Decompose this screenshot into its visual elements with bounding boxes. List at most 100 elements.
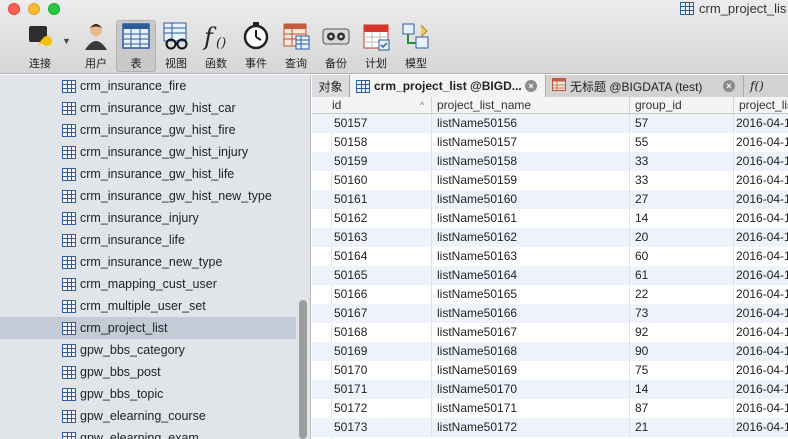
table-cell[interactable]: 2016-04-1 xyxy=(734,266,788,285)
table-cell[interactable]: listName50161 xyxy=(432,209,630,228)
table-cell[interactable]: 50161 xyxy=(312,190,432,209)
table-cell[interactable]: 50158 xyxy=(312,133,432,152)
table-row[interactable]: 50163 listName50162 20 2016-04-1 xyxy=(312,228,788,247)
column-header-group-id[interactable]: group_id xyxy=(630,97,734,114)
table-cell[interactable]: 55 xyxy=(630,133,734,152)
table-row[interactable]: 50165 listName50164 61 2016-04-1 xyxy=(312,266,788,285)
sidebar-item-table[interactable]: crm_insurance_life xyxy=(0,229,296,251)
table-cell[interactable]: 2016-04-1 xyxy=(734,152,788,171)
sidebar-item-table[interactable]: crm_insurance_fire xyxy=(0,75,296,97)
table-cell[interactable]: 50166 xyxy=(312,285,432,304)
sidebar-item-table[interactable]: gpw_elearning_exam xyxy=(0,427,296,439)
close-window-button[interactable] xyxy=(8,3,20,15)
table-cell[interactable]: 20 xyxy=(630,228,734,247)
table-cell[interactable]: 2016-04-1 xyxy=(734,342,788,361)
table-cell[interactable]: 50167 xyxy=(312,304,432,323)
table-cell[interactable]: 50160 xyxy=(312,171,432,190)
table-cell[interactable]: 2016-04-1 xyxy=(734,380,788,399)
table-cell[interactable]: listName50172 xyxy=(432,418,630,437)
table-row[interactable]: 50161 listName50160 27 2016-04-1 xyxy=(312,190,788,209)
tab-untitled-query[interactable]: 无标题 @BIGDATA (test) × xyxy=(546,75,744,97)
sidebar-item-table[interactable]: crm_insurance_gw_hist_new_type xyxy=(0,185,296,207)
table-cell[interactable]: 22 xyxy=(630,285,734,304)
table-cell[interactable]: 27 xyxy=(630,190,734,209)
toolbar-schedule-button[interactable]: 计划 xyxy=(356,20,396,72)
table-cell[interactable]: 50157 xyxy=(312,114,432,133)
sidebar-item-table[interactable]: gpw_elearning_course xyxy=(0,405,296,427)
table-cell[interactable]: 2016-04-1 xyxy=(734,399,788,418)
table-row[interactable]: 50173 listName50172 21 2016-04-1 xyxy=(312,418,788,437)
table-cell[interactable]: 60 xyxy=(630,247,734,266)
table-row[interactable]: 50167 listName50166 73 2016-04-1 xyxy=(312,304,788,323)
table-cell[interactable]: listName50156 xyxy=(432,114,630,133)
table-cell[interactable]: 2016-04-1 xyxy=(734,209,788,228)
sidebar-item-table[interactable]: gpw_bbs_topic xyxy=(0,383,296,405)
table-cell[interactable]: listName50163 xyxy=(432,247,630,266)
table-cell[interactable]: 21 xyxy=(630,418,734,437)
sidebar-item-table[interactable]: crm_insurance_gw_hist_injury xyxy=(0,141,296,163)
table-row[interactable]: 50169 listName50168 90 2016-04-1 xyxy=(312,342,788,361)
table-row[interactable]: 50166 listName50165 22 2016-04-1 xyxy=(312,285,788,304)
table-cell[interactable]: 92 xyxy=(630,323,734,342)
table-cell[interactable]: listName50166 xyxy=(432,304,630,323)
table-cell[interactable]: listName50165 xyxy=(432,285,630,304)
table-row[interactable]: 50158 listName50157 55 2016-04-1 xyxy=(312,133,788,152)
table-cell[interactable]: 50162 xyxy=(312,209,432,228)
table-row[interactable]: 50157 listName50156 57 2016-04-1 xyxy=(312,114,788,133)
table-cell[interactable]: 50171 xyxy=(312,380,432,399)
table-row[interactable]: 50160 listName50159 33 2016-04-1 xyxy=(312,171,788,190)
table-cell[interactable]: 2016-04-1 xyxy=(734,304,788,323)
tab-crm-project-list[interactable]: crm_project_list @BIGD... × xyxy=(350,75,546,97)
table-row[interactable]: 50162 listName50161 14 2016-04-1 xyxy=(312,209,788,228)
minimize-window-button[interactable] xyxy=(28,3,40,15)
table-cell[interactable]: 14 xyxy=(630,209,734,228)
sidebar-item-table[interactable]: gpw_bbs_post xyxy=(0,361,296,383)
table-cell[interactable]: 50169 xyxy=(312,342,432,361)
toolbar-backup-button[interactable]: 备份 xyxy=(316,20,356,72)
table-cell[interactable]: listName50167 xyxy=(432,323,630,342)
toolbar-table-button[interactable]: 表 xyxy=(116,20,156,72)
table-cell[interactable]: 87 xyxy=(630,399,734,418)
table-cell[interactable]: 2016-04-1 xyxy=(734,361,788,380)
table-cell[interactable]: listName50171 xyxy=(432,399,630,418)
table-row[interactable]: 50171 listName50170 14 2016-04-1 xyxy=(312,380,788,399)
table-cell[interactable]: 50173 xyxy=(312,418,432,437)
sidebar-item-table[interactable]: crm_mapping_cust_user xyxy=(0,273,296,295)
column-header-project-list-name[interactable]: project_list_name xyxy=(432,97,630,114)
sidebar-scrollbar[interactable] xyxy=(299,300,307,439)
table-cell[interactable]: listName50168 xyxy=(432,342,630,361)
table-row[interactable]: 50164 listName50163 60 2016-04-1 xyxy=(312,247,788,266)
sidebar-item-table[interactable]: crm_insurance_gw_hist_life xyxy=(0,163,296,185)
table-cell[interactable]: 2016-04-1 xyxy=(734,418,788,437)
table-cell[interactable]: listName50159 xyxy=(432,171,630,190)
table-cell[interactable]: 75 xyxy=(630,361,734,380)
maximize-window-button[interactable] xyxy=(48,3,60,15)
table-cell[interactable]: 50168 xyxy=(312,323,432,342)
table-cell[interactable]: 50159 xyxy=(312,152,432,171)
table-cell[interactable]: 50163 xyxy=(312,228,432,247)
table-cell[interactable]: 2016-04-1 xyxy=(734,171,788,190)
sidebar-item-table-selected[interactable]: crm_project_list xyxy=(0,317,296,339)
table-cell[interactable]: 33 xyxy=(630,152,734,171)
column-header-project-list-date[interactable]: project_lis xyxy=(734,97,788,114)
toolbar-function-button[interactable]: f() 函数 xyxy=(196,20,236,72)
table-cell[interactable]: listName50160 xyxy=(432,190,630,209)
table-cell[interactable]: listName50169 xyxy=(432,361,630,380)
table-cell[interactable]: 50170 xyxy=(312,361,432,380)
table-cell[interactable]: 2016-04-1 xyxy=(734,323,788,342)
sidebar-item-table[interactable]: crm_insurance_new_type xyxy=(0,251,296,273)
table-cell[interactable]: 73 xyxy=(630,304,734,323)
toolbar-query-button[interactable]: 查询 xyxy=(276,20,316,72)
sidebar-item-table[interactable]: crm_insurance_injury xyxy=(0,207,296,229)
table-cell[interactable]: 2016-04-1 xyxy=(734,190,788,209)
close-tab-icon[interactable]: × xyxy=(525,80,537,92)
table-row[interactable]: 50172 listName50171 87 2016-04-1 xyxy=(312,399,788,418)
table-cell[interactable]: 61 xyxy=(630,266,734,285)
toolbar-connection-button[interactable]: 连接 xyxy=(20,20,60,72)
sidebar-item-table[interactable]: crm_insurance_gw_hist_car xyxy=(0,97,296,119)
table-row[interactable]: 50159 listName50158 33 2016-04-1 xyxy=(312,152,788,171)
table-cell[interactable]: 2016-04-1 xyxy=(734,114,788,133)
table-cell[interactable]: 2016-04-1 xyxy=(734,228,788,247)
table-cell[interactable]: 50165 xyxy=(312,266,432,285)
sidebar-item-table[interactable]: crm_multiple_user_set xyxy=(0,295,296,317)
